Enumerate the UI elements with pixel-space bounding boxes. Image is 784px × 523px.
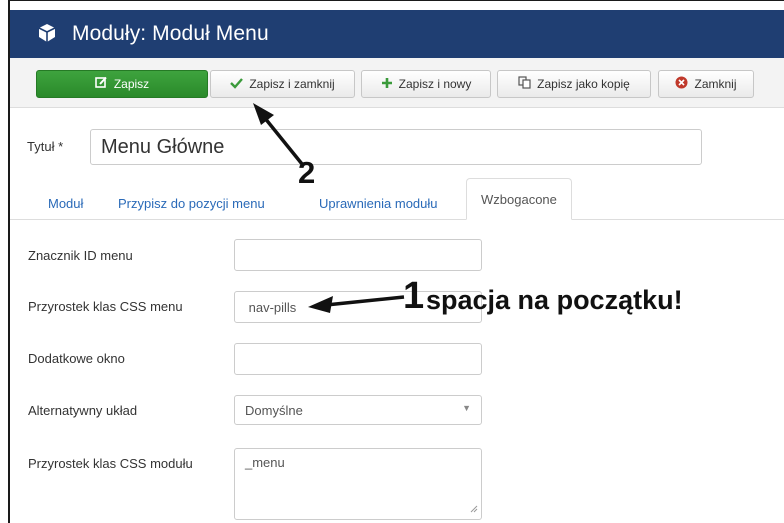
- tab-advanced[interactable]: Wzbogacone: [466, 178, 572, 220]
- edit-icon: [95, 76, 108, 92]
- header-bar: Moduły: Moduł Menu: [10, 10, 784, 58]
- chevron-down-icon: ▼: [462, 403, 471, 413]
- module-class-suffix-label: Przyrostek klas CSS modułu: [28, 456, 193, 471]
- menu-class-suffix-input[interactable]: nav-pills: [234, 291, 482, 323]
- layout-select-value: Domyślne: [245, 402, 303, 418]
- plus-icon: [381, 77, 393, 92]
- page-title: Moduły: Moduł Menu: [72, 22, 269, 45]
- tab-module[interactable]: Moduł: [48, 187, 83, 219]
- save-button[interactable]: Zapisz: [36, 70, 208, 98]
- save-close-label: Zapisz i zamknij: [249, 77, 335, 91]
- save-copy-button[interactable]: Zapisz jako kopię: [497, 70, 651, 98]
- target-position-input[interactable]: [234, 343, 482, 375]
- save-close-button[interactable]: Zapisz i zamknij: [210, 70, 355, 98]
- close-label: Zamknij: [694, 77, 737, 91]
- module-class-suffix-value: _menu: [245, 455, 285, 470]
- check-icon: [230, 77, 244, 92]
- save-copy-label: Zapisz jako kopię: [537, 77, 630, 91]
- menu-class-suffix-label: Przyrostek klas CSS menu: [28, 299, 183, 314]
- cube-icon: [36, 22, 58, 44]
- module-class-suffix-textarea[interactable]: _menu: [234, 448, 482, 520]
- save-new-label: Zapisz i nowy: [398, 77, 472, 91]
- menu-tag-id-label: Znacznik ID menu: [28, 248, 133, 263]
- module-editor-window: Moduły: Moduł Menu Zapisz Zapisz i zamkn…: [8, 0, 784, 523]
- target-position-label: Dodatkowe okno: [28, 351, 125, 366]
- close-button[interactable]: Zamknij: [658, 70, 754, 98]
- title-input[interactable]: Menu Główne: [90, 129, 702, 165]
- tab-menu-assignment[interactable]: Przypisz do pozycji menu: [118, 187, 265, 219]
- tabs-divider: [10, 219, 784, 220]
- copy-icon: [518, 76, 531, 92]
- layout-label: Alternatywny układ: [28, 403, 138, 418]
- title-label: Tytuł *: [27, 139, 64, 154]
- layout-select[interactable]: Domyślne ▼: [234, 395, 482, 425]
- menu-tag-id-input[interactable]: [234, 239, 482, 271]
- toolbar: Zapisz Zapisz i zamknij Zapisz i nowy Za…: [10, 58, 784, 108]
- resize-handle-icon[interactable]: [470, 501, 478, 516]
- save-new-button[interactable]: Zapisz i nowy: [361, 70, 491, 98]
- save-button-label: Zapisz: [113, 77, 150, 91]
- tab-permissions[interactable]: Uprawnienia modułu: [319, 187, 438, 219]
- close-circle-icon: [675, 76, 688, 92]
